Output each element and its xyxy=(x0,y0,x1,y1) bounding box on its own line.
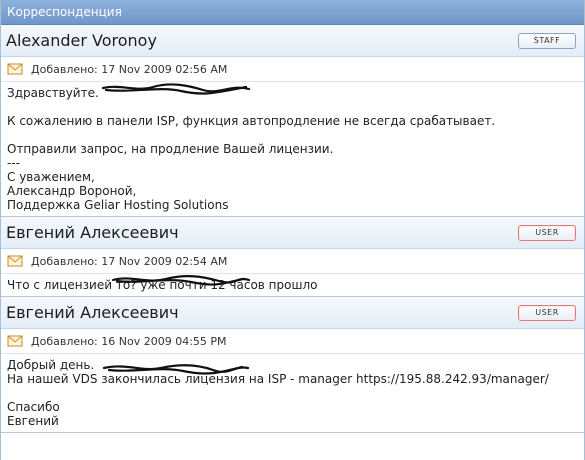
message-date: Добавлено: 17 Nov 2009 02:56 AM xyxy=(31,62,228,76)
author-name: Евгений Алексеевич xyxy=(6,223,179,242)
author-name: Евгений Алексеевич xyxy=(6,303,179,322)
message-body: Здравствуйте. К сожалению в панели ISP, … xyxy=(7,86,496,212)
message-body: Добрый день. На нашей VDS закончилась ли… xyxy=(7,358,549,428)
redaction-scribble xyxy=(102,364,250,375)
envelope-icon xyxy=(7,255,23,267)
redaction-scribble xyxy=(101,83,251,95)
message-meta: Добавлено: 17 Nov 2009 02:56 AM xyxy=(1,57,584,82)
message-header: Евгений Алексеевич USER xyxy=(1,217,584,249)
message-item: Евгений Алексеевич USER Добавлено: 16 No… xyxy=(1,297,584,433)
author-name: Alexander Voronoy xyxy=(6,31,157,50)
message-body: Что с лицензией то? уже почти 12 часов п… xyxy=(7,278,318,292)
message-meta: Добавлено: 16 Nov 2009 04:55 PM xyxy=(1,329,584,354)
user-badge-button[interactable]: USER xyxy=(518,304,576,321)
message-item: Alexander Voronoy STAFF Добавлено: 17 No… xyxy=(1,25,584,217)
correspondence-panel: Корреспонденция Alexander Voronoy STAFF … xyxy=(0,0,585,460)
message-meta: Добавлено: 17 Nov 2009 02:54 AM xyxy=(1,249,584,274)
user-badge-button[interactable]: USER xyxy=(518,224,576,241)
message-item: Евгений Алексеевич USER Добавлено: 17 No… xyxy=(1,217,584,297)
redaction-scribble xyxy=(111,275,251,286)
message-header: Alexander Voronoy STAFF xyxy=(1,25,584,57)
message-date: Добавлено: 17 Nov 2009 02:54 AM xyxy=(31,254,228,268)
message-header: Евгений Алексеевич USER xyxy=(1,297,584,329)
staff-badge-button[interactable]: STAFF xyxy=(518,32,576,49)
message-date: Добавлено: 16 Nov 2009 04:55 PM xyxy=(31,334,227,348)
envelope-icon xyxy=(7,63,23,75)
panel-title: Корреспонденция xyxy=(1,0,584,25)
envelope-icon xyxy=(7,335,23,347)
